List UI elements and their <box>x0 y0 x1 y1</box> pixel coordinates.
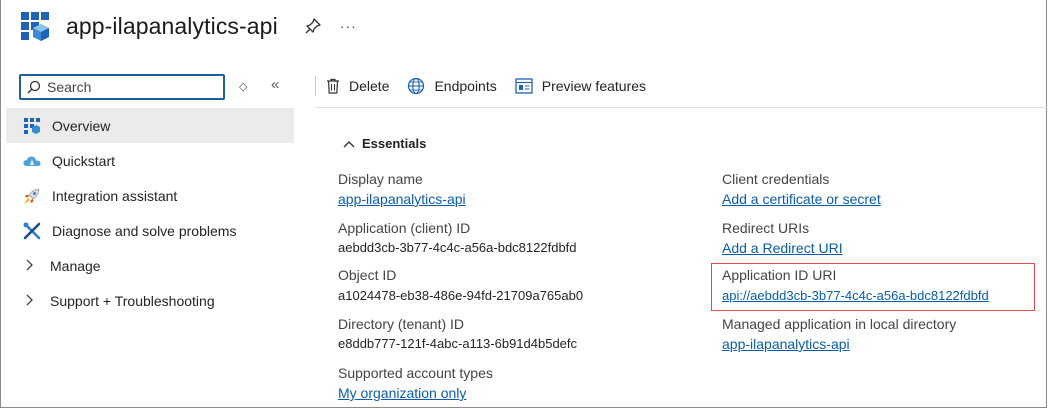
application-id-uri-label: Application ID URI <box>722 267 837 283</box>
managed-app-link[interactable]: app-ilapanalytics-api <box>722 336 850 352</box>
add-redirect-uri-link[interactable]: Add a Redirect URI <box>722 240 843 256</box>
sidebar-item-manage[interactable]: Manage <box>6 248 294 283</box>
tenant-id-label: Directory (tenant) ID <box>338 316 465 332</box>
cloud-quickstart-icon <box>22 151 42 171</box>
tenant-id-value: e8ddb777-121f-4abc-a113-6b91d4b5defc <box>338 336 578 351</box>
sidebar-item-label: Overview <box>52 117 111 134</box>
essentials-toggle[interactable]: Essentials <box>343 136 426 151</box>
toolbar-bottom-divider <box>315 107 1047 108</box>
page-header: app-ilapanalytics-api ··· <box>20 8 357 44</box>
sidebar-item-support[interactable]: Support + Troubleshooting <box>6 283 294 318</box>
client-id-label: Application (client) ID <box>338 220 471 236</box>
globe-icon <box>408 77 425 95</box>
managed-app-label: Managed application in local directory <box>722 316 957 332</box>
toolbar-divider <box>315 76 316 96</box>
application-id-uri-link[interactable]: api://aebdd3cb-3b77-4c4c-a56a-bdc8122fdb… <box>722 288 989 303</box>
display-name-label: Display name <box>338 171 423 187</box>
sidebar-item-label: Quickstart <box>52 152 116 169</box>
trash-icon <box>327 78 339 94</box>
sidebar-item-label: Manage <box>50 257 101 274</box>
search-input[interactable] <box>47 79 207 95</box>
account-types-label: Supported account types <box>338 365 493 381</box>
endpoints-label: Endpoints <box>434 78 497 94</box>
delete-label: Delete <box>349 78 390 94</box>
chevron-right-icon <box>22 258 42 274</box>
object-id-value: a1024478-eb38-486e-94fd-21709a765ab0 <box>338 288 584 303</box>
sidebar-item-diagnose[interactable]: Diagnose and solve problems <box>6 213 294 248</box>
chevron-up-icon <box>343 140 355 147</box>
preview-features-label: Preview features <box>541 78 647 94</box>
client-id-value: aebdd3cb-3b77-4c4c-a56a-bdc8122fdbfd <box>338 240 577 255</box>
sidebar-item-integration-assistant[interactable]: Integration assistant <box>6 178 294 213</box>
delete-button[interactable]: Delete <box>326 78 389 94</box>
wrench-tools-icon <box>22 221 42 241</box>
preview-features-icon <box>515 78 533 94</box>
page-title: app-ilapanalytics-api <box>66 12 278 39</box>
sidebar-item-overview[interactable]: Overview <box>6 108 294 143</box>
preview-features-button[interactable]: Preview features <box>515 78 646 94</box>
account-types-link[interactable]: My organization only <box>338 385 466 401</box>
display-name-link[interactable]: app-ilapanalytics-api <box>338 191 466 207</box>
command-bar: Delete Endpoints Preview features <box>326 76 664 96</box>
essentials-heading: Essentials <box>362 136 427 151</box>
pin-icon[interactable] <box>304 17 322 35</box>
sort-toggle-button[interactable]: ◇ <box>239 80 247 93</box>
app-registration-icon <box>21 12 49 41</box>
sidebar-item-label: Diagnose and solve problems <box>52 222 237 239</box>
overview-grid-icon <box>22 116 42 136</box>
add-certificate-link[interactable]: Add a certificate or secret <box>722 191 881 207</box>
sidebar-item-label: Support + Troubleshooting <box>50 292 215 309</box>
chevron-right-icon <box>22 293 42 309</box>
rocket-icon <box>22 186 42 206</box>
endpoints-button[interactable]: Endpoints <box>407 77 497 95</box>
more-options-button[interactable]: ··· <box>340 18 357 34</box>
sidebar-item-quickstart[interactable]: Quickstart <box>6 143 294 178</box>
search-box[interactable] <box>19 74 225 100</box>
redirect-uris-label: Redirect URIs <box>722 220 810 236</box>
collapse-sidebar-button[interactable]: « <box>271 76 279 93</box>
sidebar-item-label: Integration assistant <box>52 187 178 204</box>
search-icon <box>27 80 41 94</box>
client-credentials-label: Client credentials <box>722 171 830 187</box>
sidebar-nav: Overview Quickstart Integration assistan… <box>6 108 294 318</box>
object-id-label: Object ID <box>338 267 397 283</box>
